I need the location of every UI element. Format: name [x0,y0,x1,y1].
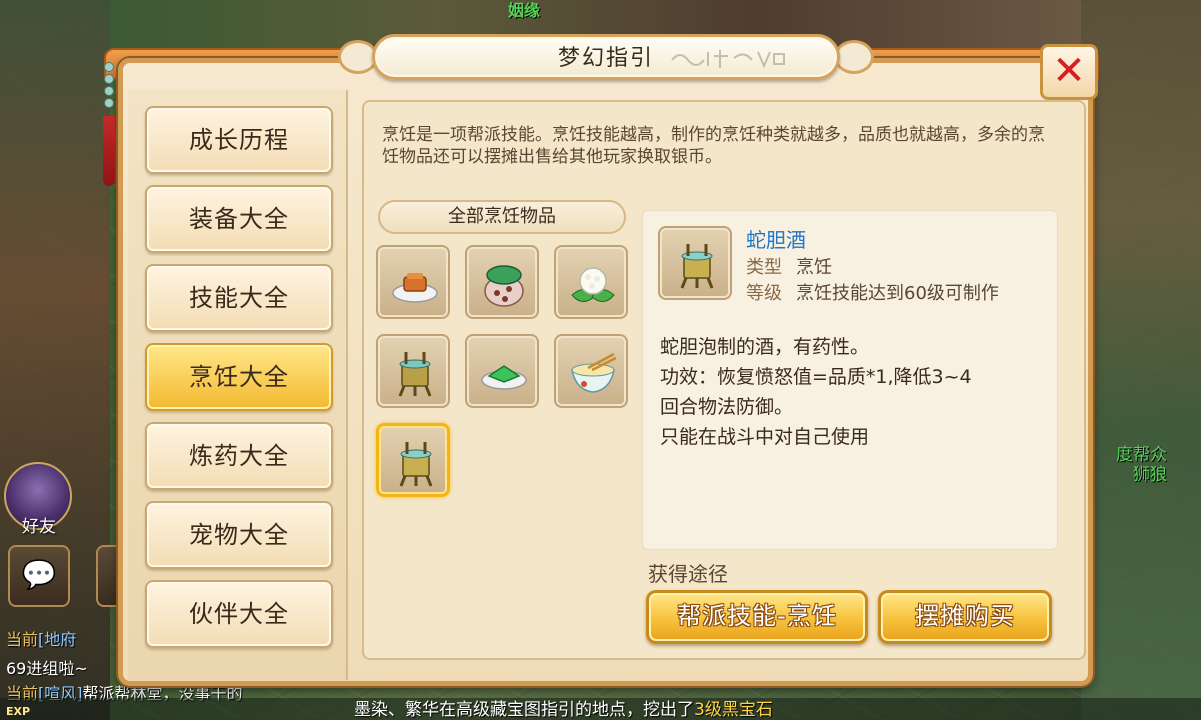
category-tab-column: 成长历程 装备大全 技能大全 烹饪大全 炼药大全 宠物大全 伙伴大全 [128,90,348,680]
chat-message: 当前[地府 [6,630,77,649]
tofu-dish-icon [392,273,438,303]
item-slot[interactable] [376,334,450,408]
player-name-label: 度帮众 狮狼 [1116,445,1167,485]
background-left-scenery [0,0,110,720]
item-slot[interactable] [376,245,450,319]
item-list-header: 全部烹饪物品 [378,200,626,234]
close-icon: ✕ [1052,48,1086,94]
sealed-jar-icon [484,265,524,307]
bronze-wine-vessel-icon [398,352,432,397]
title-calligraphy-watermark [668,46,788,75]
chat-button[interactable]: 💬 [8,545,70,607]
item-effect-text: 蛇胆泡制的酒，有药性。 功效：恢复愤怒值=品质*1,降低3~4 回合物法防御。 … [660,336,972,448]
tab-equipment[interactable]: 装备大全 [145,185,333,253]
stall-buy-button[interactable]: 摆摊购买 [878,590,1052,644]
item-slot-selected[interactable] [376,423,450,497]
chat-message: 69进组啦~ [6,659,88,678]
exp-label: EXP [6,705,31,718]
green-cake-icon [481,365,527,390]
snake-gall-wine-icon [680,244,714,289]
close-button[interactable]: ✕ [1040,44,1098,100]
item-slot[interactable] [465,245,539,319]
detail-item-icon-frame [658,226,732,300]
noodle-bowl-icon [571,352,617,393]
chat-secondary-button[interactable] [96,545,120,607]
flower-dumpling-icon [571,267,615,302]
calligraphy-watermark-graphic [671,50,785,69]
decorative-tassel [103,60,115,240]
item-type-row: 类型 烹饪 [746,257,832,278]
system-ticker: 墨染、繁华在高级藏宝图指引的地点，挖出了3级黑宝石 [354,700,773,720]
tab-pets[interactable]: 宠物大全 [145,501,333,569]
item-slot[interactable] [465,334,539,408]
item-name: 蛇胆酒 [746,228,806,252]
snake-gall-wine-icon [399,442,433,487]
cooking-description: 烹饪是一项帮派技能。烹饪技能越高，制作的烹饪种类就越多，品质也就越高，多余的烹饪… [382,125,1045,167]
friend-label: 好友 [22,517,56,537]
item-level-row: 等级 烹饪技能达到60级可制作 [746,283,999,304]
background-right-scenery [1081,0,1201,720]
tab-alchemy[interactable]: 炼药大全 [145,422,333,490]
tab-companions[interactable]: 伙伴大全 [145,580,333,648]
source-label: 获得途径 [648,562,728,586]
guild-skill-cooking-button[interactable]: 帮派技能-烹饪 [646,590,868,644]
item-slot[interactable] [554,245,628,319]
tab-skills[interactable]: 技能大全 [145,264,333,332]
title-scroll-ornament-right [834,40,874,74]
tab-cooking[interactable]: 烹饪大全 [145,343,333,411]
speech-bubble-icon: 💬 [21,558,57,591]
npc-name-label: 姻缘 [508,1,541,20]
tab-growth-history[interactable]: 成长历程 [145,106,333,174]
item-slot[interactable] [554,334,628,408]
